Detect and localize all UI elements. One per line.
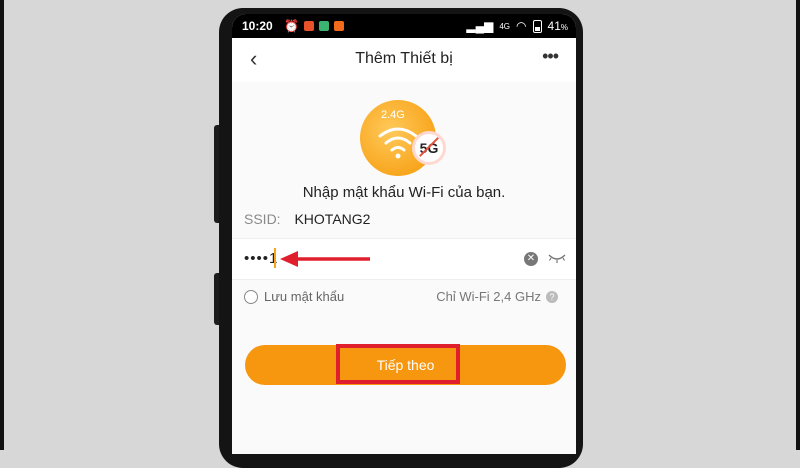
ssid-row: SSID: KHOTANG2 <box>244 211 370 227</box>
wifi-password-prompt: Nhập mật khẩu Wi-Fi của bạn. <box>302 184 506 201</box>
more-options-button[interactable]: ••• <box>542 46 559 67</box>
wifi-24ghz-note: Chỉ Wi-Fi 2,4 GHz ? <box>436 289 558 304</box>
battery-level: 41% <box>547 19 568 33</box>
notification-icons: ⏰ <box>284 19 344 33</box>
page-title: Thêm Thiết bị <box>355 50 453 67</box>
status-right: ▂▄▆ 4G ◠ 41% <box>466 19 568 33</box>
left-edge <box>0 0 4 450</box>
clear-input-button[interactable]: ✕ <box>524 252 538 266</box>
save-password-toggle[interactable]: Lưu mật khẩu <box>244 289 344 304</box>
save-password-label: Lưu mật khẩu <box>264 289 345 304</box>
battery-icon <box>532 19 542 33</box>
ssid-value: KHOTANG2 <box>294 211 371 227</box>
sim-signal-icon: ▂▄▆ <box>466 19 494 33</box>
right-edge <box>796 0 800 450</box>
video-icon <box>303 21 314 31</box>
network-type: 4G <box>499 21 511 31</box>
wifi-note-text: Chỉ Wi-Fi 2,4 GHz <box>436 289 541 304</box>
text-cursor <box>274 248 276 268</box>
status-bar: 10:20 ⏰ ▂▄▆ 4G ◠ 41% <box>232 14 576 38</box>
help-icon[interactable]: ? <box>546 290 558 303</box>
next-button[interactable]: Tiếp theo <box>245 345 566 385</box>
shopee-icon <box>333 21 344 31</box>
phone-screen: 10:20 ⏰ ▂▄▆ 4G ◠ 41% ‹ Thêm Thiết bị •••… <box>232 14 576 454</box>
alarm-icon: ⏰ <box>284 19 299 33</box>
drive-icon <box>318 21 329 31</box>
annotation-arrow-icon <box>280 251 370 267</box>
show-password-icon[interactable] <box>548 251 566 265</box>
no-5g-icon: 5G <box>412 131 446 165</box>
ssid-label: SSID: <box>244 211 281 227</box>
save-password-radio[interactable] <box>244 289 258 304</box>
status-time: 10:20 <box>242 19 273 33</box>
band-24g-label: 2.4G <box>381 109 405 121</box>
top-app-bar: ‹ Thêm Thiết bị ••• <box>232 38 576 82</box>
wifi-icon: ◠ <box>516 19 527 33</box>
